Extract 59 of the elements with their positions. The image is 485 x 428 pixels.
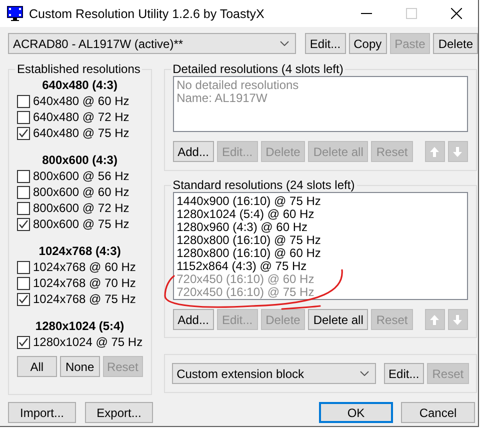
checkbox[interactable] [17, 186, 30, 198]
checkbox-label[interactable]: 800x600 @ 72 Hz [33, 201, 130, 215]
checkbox[interactable] [17, 292, 30, 306]
checkbox[interactable] [17, 110, 30, 124]
dialog-button[interactable]: OK [319, 402, 393, 423]
checkbox-label[interactable]: 1024x768 @ 70 Hz [33, 276, 136, 290]
checkbox-label[interactable]: 1024x768 @ 75 Hz [33, 292, 136, 306]
list-item[interactable]: 1440x900 (16:10) @ 75 Hz [176, 195, 321, 208]
checkbox[interactable] [17, 170, 30, 182]
established-button[interactable]: All [17, 356, 57, 377]
checkbox-label[interactable]: 1024x768 @ 60 Hz [33, 260, 136, 274]
list-item[interactable]: 1280x960 (4:3) @ 60 Hz [176, 221, 308, 234]
checkbox[interactable] [17, 94, 30, 108]
group-title: Established resolutions [16, 62, 142, 76]
checkbox[interactable] [17, 276, 30, 290]
file-button[interactable]: Export... [85, 402, 153, 423]
down-arrow-icon [453, 314, 462, 324]
checkbox[interactable] [17, 202, 30, 214]
group-title: Detailed resolutions (4 slots left) [172, 62, 344, 76]
list-button[interactable]: Delete all [308, 309, 368, 330]
group-title: Standard resolutions (24 slots left) [172, 178, 356, 192]
toolbar-button[interactable]: Delete [433, 33, 478, 54]
list-item[interactable]: 1280x800 (16:10) @ 60 Hz [176, 247, 321, 260]
checkbox-label[interactable]: 1280x1024 @ 75 Hz [33, 335, 143, 349]
checkbox-label[interactable]: 800x600 @ 75 Hz [33, 217, 130, 231]
toolbar-button[interactable]: Copy [348, 33, 387, 54]
up-arrow-icon [430, 146, 440, 156]
dialog-button[interactable]: Cancel [401, 402, 475, 423]
up-arrow-icon [430, 314, 440, 324]
list-item[interactable]: 1280x1024 (5:4) @ 60 Hz [176, 208, 314, 221]
list-item[interactable]: 1152x864 (4:3) @ 75 Hz [176, 260, 307, 273]
checkbox[interactable] [17, 336, 30, 348]
group-heading: 640x480 (4:3) [41, 78, 118, 93]
file-button[interactable]: Import... [8, 402, 76, 423]
checkbox[interactable] [17, 260, 30, 274]
down-arrow-icon [453, 146, 462, 156]
checkbox[interactable] [17, 126, 30, 140]
checkbox-label[interactable]: 800x600 @ 60 Hz [33, 185, 130, 199]
group-heading: 1024x768 (4:3) [38, 244, 122, 259]
checkbox-label[interactable]: 640x480 @ 75 Hz [33, 126, 130, 140]
list-item[interactable]: 1280x800 (16:10) @ 75 Hz [176, 234, 321, 247]
group-heading: 1280x1024 (5:4) [34, 319, 126, 334]
established-button[interactable]: None [60, 356, 100, 377]
toolbar-button[interactable]: Edit... [304, 33, 346, 54]
display-dropdown[interactable]: ACRAD80 - AL1917W (active)** [8, 33, 296, 54]
checkbox-label[interactable]: 800x600 @ 56 Hz [33, 169, 130, 183]
checkbox[interactable] [17, 218, 30, 230]
checkbox-label[interactable]: 640x480 @ 60 Hz [33, 94, 130, 108]
monitor-icon [7, 6, 23, 21]
extension-dropdown[interactable]: Custom extension block [172, 363, 376, 384]
extension-button[interactable]: Edit... [384, 363, 424, 384]
chevron-icon [280, 41, 289, 46]
group-heading: 800x600 (4:3) [41, 153, 118, 168]
chevron-icon [360, 371, 369, 376]
list-button[interactable]: Add... [172, 309, 214, 330]
list-button[interactable]: Add... [172, 141, 214, 162]
window-title: Custom Resolution Utility 1.2.6 by ToastyX [29, 6, 264, 20]
close-icon[interactable] [451, 8, 462, 19]
checkbox-label[interactable]: 640x480 @ 72 Hz [33, 110, 130, 124]
